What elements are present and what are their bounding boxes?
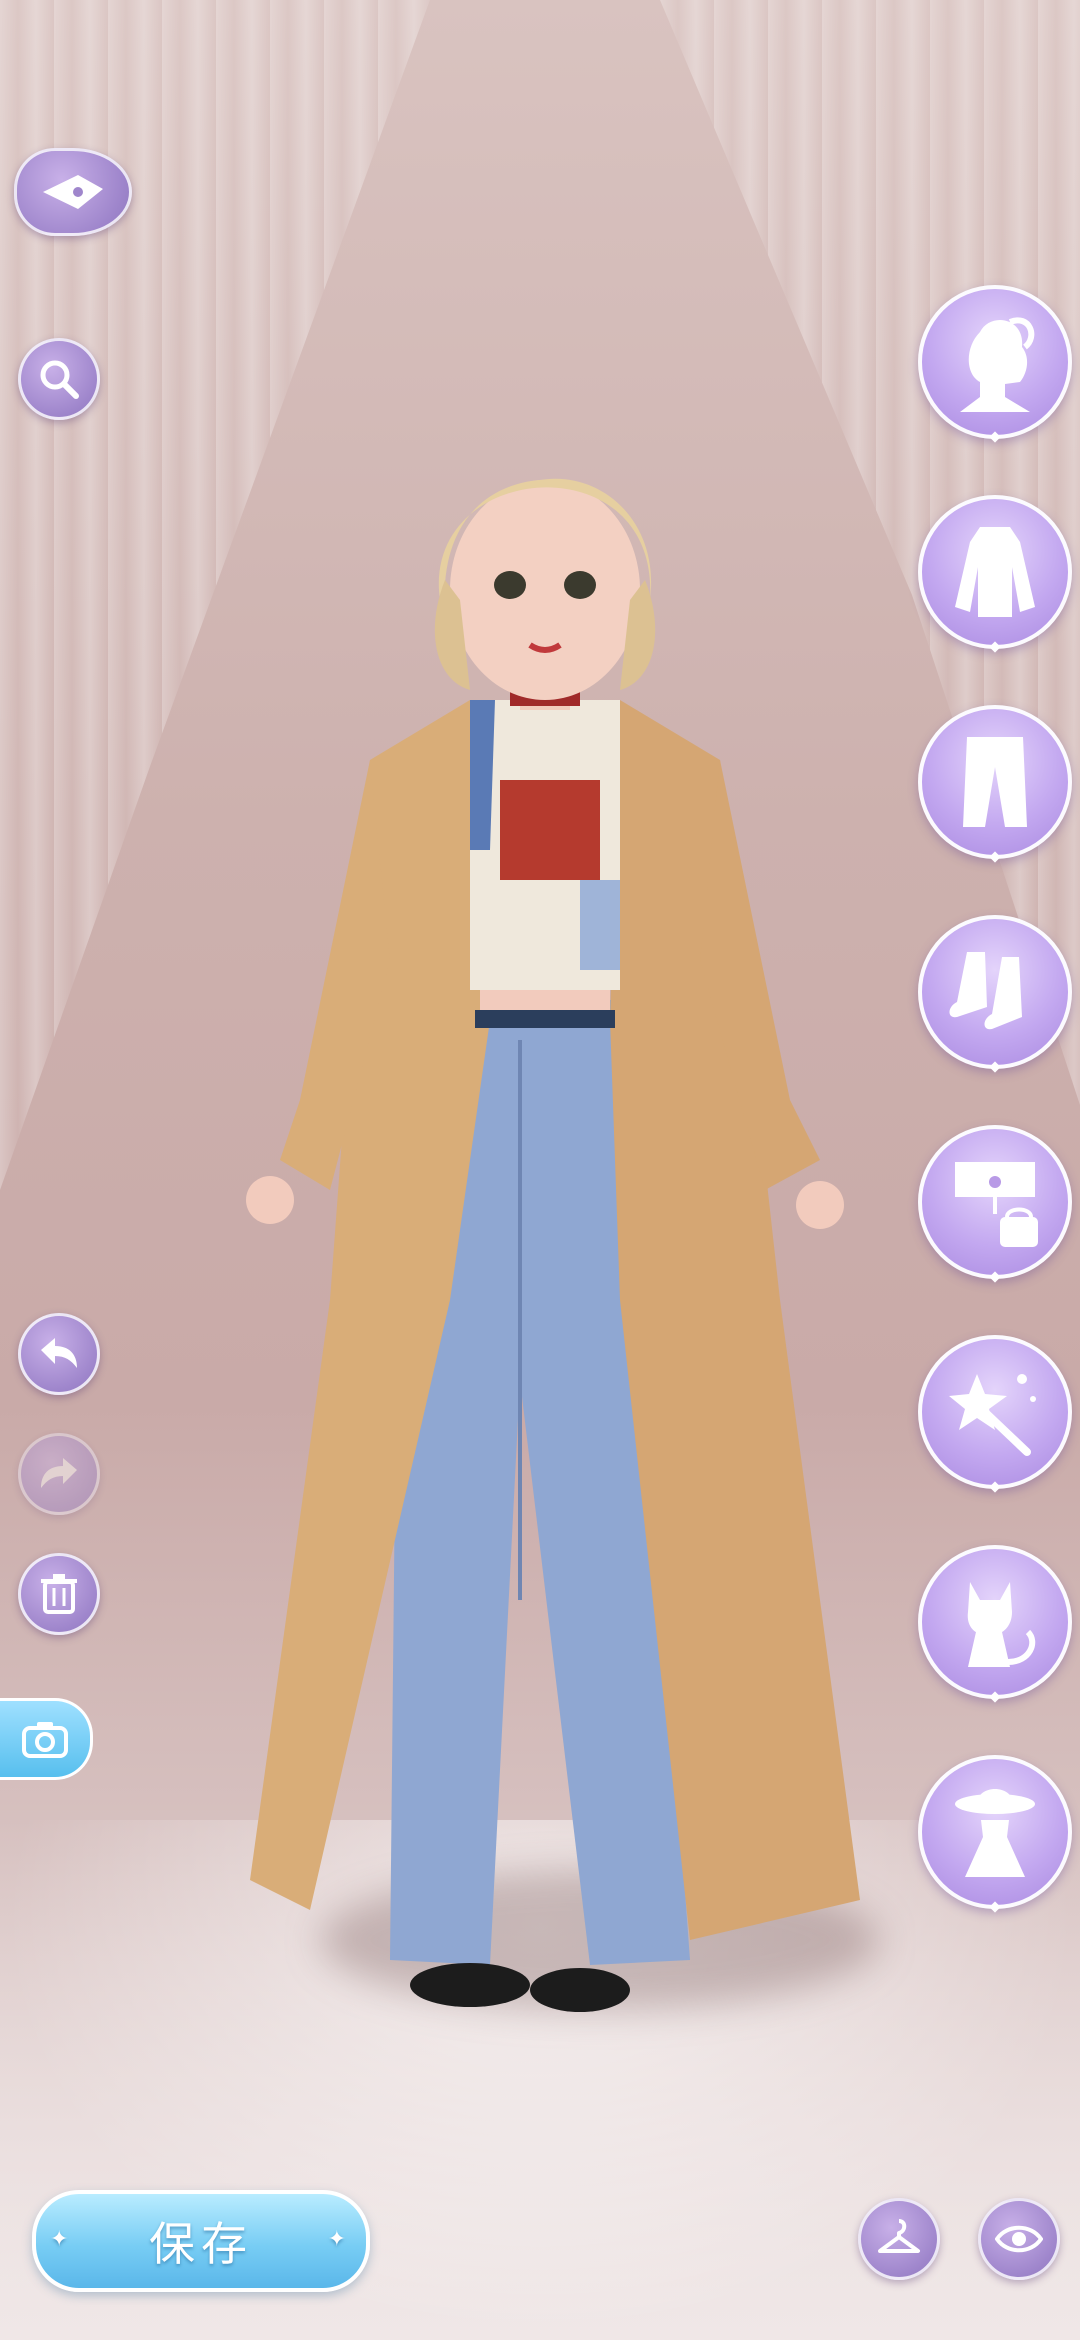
accessories-icon xyxy=(955,1162,1038,1247)
search-icon xyxy=(40,360,79,399)
eye-icon xyxy=(995,2225,1043,2253)
category-shoes-button[interactable] xyxy=(918,915,1072,1069)
category-pets-button[interactable] xyxy=(918,1545,1072,1699)
wardrobe-button[interactable] xyxy=(858,2198,940,2280)
category-accessories-button[interactable] xyxy=(918,1125,1072,1279)
redo-icon xyxy=(41,1458,77,1488)
character-model[interactable] xyxy=(220,400,860,2040)
undo-icon xyxy=(41,1338,77,1368)
preview-button[interactable] xyxy=(978,2198,1060,2280)
category-effects-button[interactable] xyxy=(918,1335,1072,1489)
category-tops-button[interactable] xyxy=(918,495,1072,649)
sparkle-icon: ✦ xyxy=(50,2227,75,2252)
undo-button[interactable] xyxy=(18,1313,100,1395)
sparkle-icon: ✦ xyxy=(327,2227,352,2252)
camera-icon xyxy=(22,1722,68,1758)
camera-button[interactable] xyxy=(0,1698,93,1780)
hair-icon xyxy=(960,317,1035,412)
category-hair-button[interactable] xyxy=(918,285,1072,439)
cat-icon xyxy=(967,1582,1036,1667)
category-outfits-button[interactable] xyxy=(918,1755,1072,1909)
redo-button[interactable] xyxy=(18,1433,100,1515)
dressup-stage: ✦ 保存 ✦ xyxy=(0,0,1080,2340)
trash-icon xyxy=(41,1574,77,1614)
save-button[interactable]: ✦ 保存 ✦ xyxy=(32,2190,370,2292)
save-button-label: 保存 xyxy=(149,2217,253,2271)
pants-icon xyxy=(963,737,1027,827)
search-button[interactable] xyxy=(18,338,100,420)
shoes-icon xyxy=(949,952,1022,1030)
hanger-icon xyxy=(878,2219,920,2253)
outfit-icon xyxy=(955,1789,1035,1877)
magic-wand-icon xyxy=(949,1374,1036,1456)
delete-button[interactable] xyxy=(18,1553,100,1635)
back-button[interactable] xyxy=(14,148,132,236)
brush-back-icon xyxy=(43,175,103,209)
category-bottoms-button[interactable] xyxy=(918,705,1072,859)
top-icon xyxy=(955,527,1035,617)
